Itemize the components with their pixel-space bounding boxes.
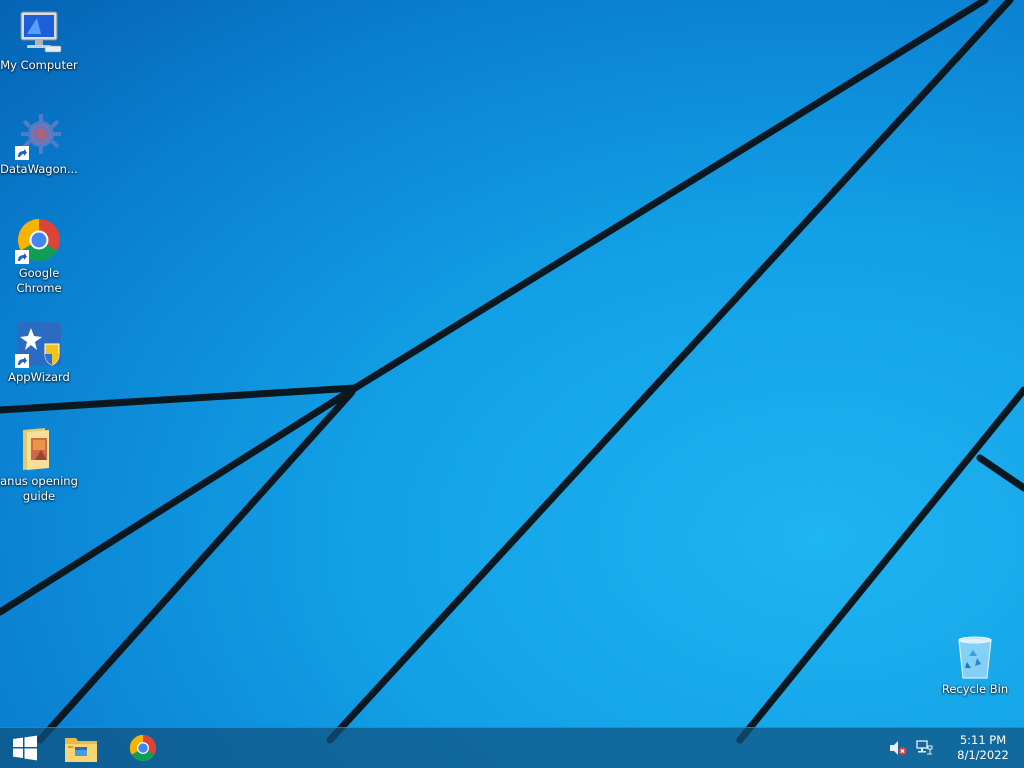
document-folder-icon (23, 428, 49, 470)
taskbar-google-chrome[interactable] (118, 728, 168, 768)
desktop-icon-recycle-bin[interactable]: Recycle Bin (936, 632, 1014, 697)
shortcut-arrow-icon (15, 250, 29, 264)
icon-label: Recycle Bin (941, 682, 1009, 696)
icon-label: anus opening guide (0, 474, 78, 503)
shortcut-arrow-icon (15, 354, 29, 368)
network-icon[interactable] (914, 738, 934, 758)
icon-label: Google Chrome (16, 266, 62, 295)
chrome-icon (129, 734, 157, 762)
computer-icon (20, 11, 62, 53)
clock[interactable]: 5:11 PM 8/1/2022 (948, 733, 1018, 763)
desktop-icon-my-computer[interactable]: My Computer (0, 8, 78, 73)
volume-muted-icon[interactable] (888, 738, 908, 758)
wallpaper-lines (0, 0, 1024, 744)
file-explorer-icon (65, 738, 97, 762)
clock-date: 8/1/2022 (957, 748, 1009, 762)
start-button[interactable] (2, 728, 48, 768)
recycle-bin-icon (958, 636, 992, 679)
system-tray: 5:11 PM 8/1/2022 (888, 728, 1024, 768)
desktop-icon-appwizard[interactable]: AppWizard (0, 320, 78, 385)
desktop-icon-document-folder[interactable]: anus opening guide (0, 424, 78, 504)
shortcut-arrow-icon (15, 146, 29, 160)
icon-label: My Computer (0, 58, 78, 72)
clock-time: 5:11 PM (959, 733, 1007, 747)
taskbar: 5:11 PM 8/1/2022 (0, 727, 1024, 768)
windows-logo-icon (13, 735, 37, 761)
desktop-icon-google-chrome[interactable]: Google Chrome (0, 216, 78, 296)
taskbar-file-explorer[interactable] (56, 728, 106, 768)
desktop-icon-datawagon[interactable]: DataWagon... (0, 112, 78, 177)
icon-label: DataWagon... (0, 162, 78, 176)
icon-label: AppWizard (8, 370, 70, 384)
desktop[interactable]: My Computer DataWagon... Google Chrome A… (0, 0, 1024, 768)
